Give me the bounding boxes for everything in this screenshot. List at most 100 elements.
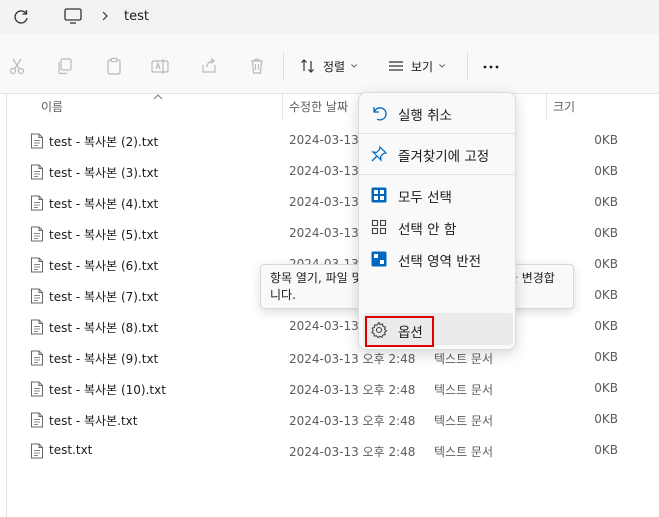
refresh-icon[interactable] bbox=[10, 6, 32, 28]
file-size: 0KB bbox=[594, 350, 618, 364]
more-icon bbox=[483, 65, 499, 69]
file-date: 2024-03-13 bbox=[289, 226, 359, 240]
file-name: test - 복사본 (3).txt bbox=[49, 166, 159, 180]
computer-icon[interactable] bbox=[63, 6, 83, 26]
menu-item-label: 선택 안 함 bbox=[398, 222, 457, 238]
menu-item-label: 즐겨찾기에 고정 bbox=[398, 149, 490, 165]
file-name: test - 복사본 (10).txt bbox=[49, 383, 166, 397]
cut-icon[interactable] bbox=[7, 56, 27, 76]
menu-item-invert-selection[interactable]: 선택 영역 반전 bbox=[359, 242, 517, 274]
file-size: 0KB bbox=[594, 226, 618, 240]
text-file-icon bbox=[31, 164, 43, 180]
menu-item-undo[interactable]: 실행 취소 bbox=[359, 96, 517, 128]
toolbar-divider bbox=[467, 52, 468, 80]
more-options-menu: 실행 취소 즐겨찾기에 고정 모두 선택 선택 안 함 선택 영역 반전 옵션 bbox=[358, 92, 517, 350]
menu-separator bbox=[359, 174, 517, 175]
chevron-down-icon bbox=[439, 64, 445, 68]
file-name: test - 복사본 (2).txt bbox=[49, 135, 159, 149]
view-button[interactable]: 보기 bbox=[387, 56, 452, 76]
text-file-icon bbox=[31, 412, 43, 428]
file-row[interactable]: test - 복사본 (4).txt 2024-03-13 0KB bbox=[0, 187, 659, 218]
file-date: 2024-03-13 오후 2:48 bbox=[289, 414, 416, 428]
sort-button-label: 정렬 bbox=[323, 59, 346, 74]
pane-divider bbox=[6, 94, 7, 517]
view-button-label: 보기 bbox=[411, 59, 434, 74]
file-size: 0KB bbox=[594, 133, 618, 147]
file-row[interactable]: test - 복사본 (3).txt 2024-03-13 0KB bbox=[0, 156, 659, 187]
select-none-icon bbox=[371, 219, 387, 235]
file-type: 텍스트 문서 bbox=[434, 445, 494, 459]
text-file-icon bbox=[31, 443, 43, 459]
toolbar-divider bbox=[283, 52, 284, 80]
menu-item-pin-quick-access[interactable]: 즐겨찾기에 고정 bbox=[359, 137, 517, 169]
file-date: 2024-03-13 오후 2:48 bbox=[289, 445, 416, 459]
address-bar: test bbox=[0, 0, 659, 34]
text-file-icon bbox=[31, 133, 43, 149]
sort-icon bbox=[301, 59, 314, 73]
file-size: 0KB bbox=[594, 164, 618, 178]
text-file-icon bbox=[31, 257, 43, 273]
copy-icon[interactable] bbox=[55, 56, 75, 76]
menu-item-select-all[interactable]: 모두 선택 bbox=[359, 178, 517, 210]
menu-item-select-none[interactable]: 선택 안 함 bbox=[359, 210, 517, 242]
menu-item-label: 모두 선택 bbox=[398, 190, 452, 206]
file-name: test - 복사본 (6).txt bbox=[49, 259, 159, 273]
delete-icon[interactable] bbox=[247, 56, 267, 76]
file-date: 2024-03-13 오후 2:48 bbox=[289, 352, 416, 366]
select-all-icon bbox=[371, 187, 387, 203]
pin-icon bbox=[371, 145, 388, 162]
chevron-right-icon[interactable] bbox=[98, 9, 112, 23]
text-file-icon bbox=[31, 350, 43, 366]
column-header-name[interactable]: 이름 bbox=[41, 94, 63, 120]
file-size: 0KB bbox=[594, 381, 618, 395]
file-type: 텍스트 문서 bbox=[434, 383, 494, 397]
file-name: test - 복사본.txt bbox=[49, 414, 138, 428]
invert-selection-icon bbox=[371, 251, 387, 267]
file-name: test.txt bbox=[49, 443, 93, 457]
column-header-date[interactable]: 수정한 날짜 bbox=[289, 94, 348, 120]
file-row[interactable]: test - 복사본 (5).txt 2024-03-13 0KB bbox=[0, 218, 659, 249]
file-name: test - 복사본 (9).txt bbox=[49, 352, 159, 366]
text-file-icon bbox=[31, 319, 43, 335]
menu-item-label: 실행 취소 bbox=[398, 108, 452, 124]
menu-item-label: 선택 영역 반전 bbox=[398, 254, 482, 270]
chevron-down-icon bbox=[351, 64, 357, 68]
file-row[interactable]: test - 복사본 (2).txt 2024-03-13 0KB bbox=[0, 125, 659, 156]
undo-icon bbox=[373, 107, 387, 121]
file-date: 2024-03-13 bbox=[289, 195, 359, 209]
file-date: 2024-03-13 bbox=[289, 164, 359, 178]
column-divider[interactable] bbox=[282, 94, 283, 120]
file-date: 2024-03-13 bbox=[289, 319, 359, 333]
file-row[interactable]: test - 복사본 (8).txt 2024-03-13 0KB bbox=[0, 311, 659, 342]
file-name: test - 복사본 (5).txt bbox=[49, 228, 159, 242]
file-size: 0KB bbox=[594, 443, 618, 457]
file-size: 0KB bbox=[594, 319, 618, 333]
text-file-icon bbox=[31, 381, 43, 397]
more-options-button[interactable] bbox=[482, 58, 500, 76]
highlight-box bbox=[365, 316, 434, 347]
paste-icon[interactable] bbox=[104, 56, 124, 76]
file-row[interactable]: test - 복사본 (10).txt 2024-03-13 오후 2:48 텍스트… bbox=[0, 373, 659, 404]
sort-ascending-icon bbox=[153, 94, 163, 100]
text-file-icon bbox=[31, 226, 43, 242]
file-size: 0KB bbox=[594, 412, 618, 426]
view-list-icon bbox=[389, 61, 403, 71]
file-size: 0KB bbox=[594, 195, 618, 209]
text-file-icon bbox=[31, 288, 43, 304]
file-row[interactable]: test - 복사본.txt 2024-03-13 오후 2:48 텍스트 문서 0K… bbox=[0, 404, 659, 435]
column-divider[interactable] bbox=[546, 94, 547, 120]
command-bar: 정렬 보기 bbox=[0, 34, 659, 94]
breadcrumb-current[interactable]: test bbox=[124, 9, 149, 24]
file-type: 텍스트 문서 bbox=[434, 414, 494, 428]
column-header-size[interactable]: 크기 bbox=[553, 94, 575, 120]
sort-button[interactable]: 정렬 bbox=[299, 56, 364, 76]
file-date: 2024-03-13 bbox=[289, 133, 359, 147]
file-row[interactable]: test.txt 2024-03-13 오후 2:48 텍스트 문서 0KB bbox=[0, 435, 659, 466]
file-row[interactable]: test - 복사본 (9).txt 2024-03-13 오후 2:48 텍스트 … bbox=[0, 342, 659, 373]
menu-separator bbox=[359, 133, 517, 134]
rename-icon[interactable] bbox=[150, 56, 170, 76]
file-type: 텍스트 문서 bbox=[434, 352, 494, 366]
text-file-icon bbox=[31, 195, 43, 211]
share-icon[interactable] bbox=[199, 56, 219, 76]
file-name: test - 복사본 (4).txt bbox=[49, 197, 159, 211]
